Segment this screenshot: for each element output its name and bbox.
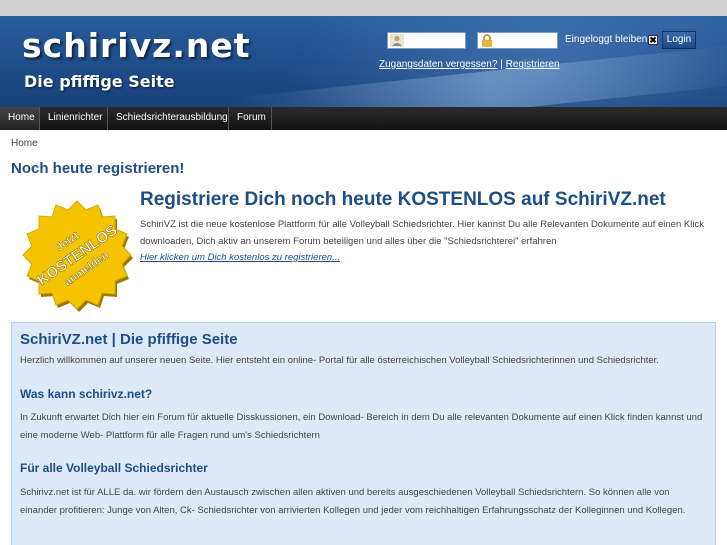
content-intro: Herzlich willkommen auf unserer neuen Se… [20, 355, 659, 366]
nav-item-home[interactable]: Home [0, 107, 40, 130]
content-box: SchiriVZ.net | Die pfiffige Seite Herzli… [11, 322, 716, 545]
site-title[interactable]: schirivz.net [22, 26, 251, 65]
login-button[interactable]: Login [662, 31, 696, 49]
promo-text: SchiriVZ ist die neue kostenlose Plattfo… [140, 219, 704, 247]
main-nav: Home Linienrichter Schiedsrichterausbild… [0, 107, 727, 130]
password-input[interactable] [477, 32, 558, 49]
register-link[interactable]: Registrieren [506, 59, 560, 70]
username-input[interactable] [387, 32, 466, 49]
link-separator: | [500, 59, 503, 70]
content-paragraph-1: In Zukunft erwartet Dich hier ein Forum … [20, 412, 703, 441]
lock-icon [482, 34, 492, 47]
nav-item-linienrichter[interactable]: Linienrichter [40, 107, 108, 130]
nav-item-schiedsrichterausbildung[interactable]: Schiedsrichterausbildung [108, 107, 229, 130]
remember-checkbox[interactable]: ✖ [648, 35, 658, 45]
remember-label: Eingeloggt bleiben [565, 34, 648, 45]
content-paragraph-2: Schirivz.net ist für ALLE da. wir förder… [20, 487, 686, 516]
forgot-credentials-link[interactable]: Zugangsdaten vergessen? [379, 59, 497, 70]
nav-item-forum[interactable]: Forum [229, 107, 272, 130]
breadcrumb[interactable]: Home [11, 138, 38, 149]
promo-register-link[interactable]: Hier klicken um Dich kostenlos zu regist… [140, 252, 340, 263]
content-heading-1: Was kann schirivz.net? [20, 387, 153, 401]
register-badge[interactable]: Jetzt KOSTENLOS anmelden [18, 196, 136, 314]
page-title: Noch heute registrieren! [11, 160, 185, 177]
header-links: Zugangsdaten vergessen? | Registrieren [379, 59, 560, 70]
user-icon [390, 34, 404, 47]
browser-top-strip [0, 0, 727, 16]
content-title: SchiriVZ.net | Die pfiffige Seite [20, 331, 238, 348]
content-heading-2: Für alle Volleyball Schiedsrichter [20, 461, 208, 475]
promo-title: Registriere Dich noch heute KOSTENLOS au… [140, 189, 666, 210]
site-slogan: Die pfiffige Seite [24, 72, 175, 91]
